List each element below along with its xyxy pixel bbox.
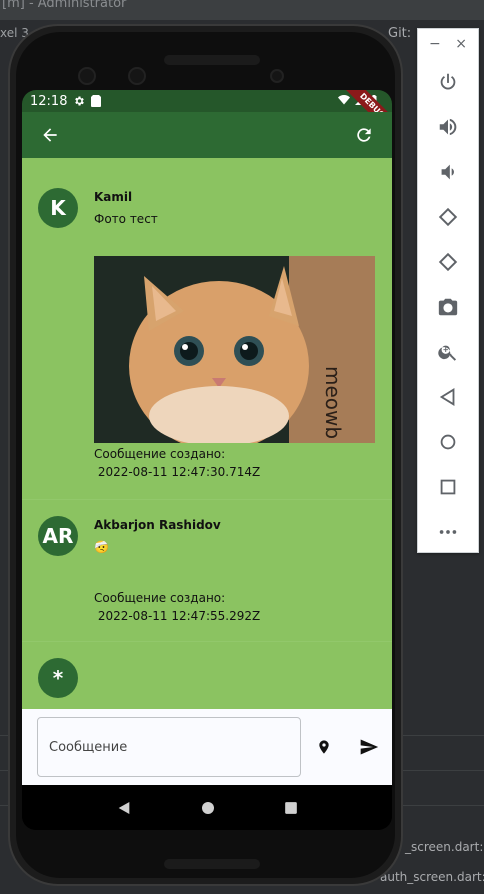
circle-home-icon — [440, 434, 456, 449]
location-pin-icon[interactable] — [316, 737, 332, 757]
zoom-in-icon — [438, 345, 457, 361]
settings-icon — [75, 96, 85, 106]
wifi-icon — [338, 95, 350, 105]
emulator-toolbar: − × — [417, 28, 479, 553]
ide-file-link[interactable]: _screen.dart:8 — [405, 840, 484, 854]
home-button[interactable] — [418, 419, 478, 464]
avatar: AR — [38, 516, 78, 556]
proximity-sensor — [270, 69, 284, 83]
message-author: Kamil — [94, 190, 133, 204]
message-input[interactable]: Сообщение — [37, 717, 301, 777]
message-item: AR Akbarjon Rashidov 🤕 Сообщение создано… — [22, 500, 392, 642]
front-camera — [78, 67, 96, 85]
message-created-time: 2022-08-11 12:47:55.292Z — [94, 609, 261, 623]
status-bar: 12:18 DEBUG — [22, 90, 392, 147]
message-created-label: Сообщение создано: — [94, 447, 226, 461]
ide-title: [m] - Administrator — [2, 0, 127, 11]
message-author: Akbarjon Rashidov — [94, 518, 221, 532]
minimize-button[interactable]: − — [429, 36, 441, 52]
close-button[interactable]: × — [455, 36, 467, 52]
ide-title-bar: [m] - Administrator — [0, 0, 484, 20]
earpiece — [164, 55, 260, 65]
message-created-label: Сообщение создано: — [94, 591, 226, 605]
front-camera — [128, 67, 146, 85]
sd-card-icon — [91, 95, 102, 107]
arrow-left-icon[interactable] — [40, 125, 60, 145]
power-button[interactable] — [418, 59, 478, 104]
rotate-right-icon — [438, 252, 458, 271]
android-nav-bar — [22, 785, 392, 830]
cat-photo: meowb — [94, 256, 375, 443]
refresh-icon[interactable] — [354, 125, 374, 145]
svg-text:meowb: meowb — [321, 366, 345, 439]
volume-down-icon — [441, 164, 454, 179]
volume-up-icon — [439, 118, 457, 135]
back-button[interactable] — [418, 374, 478, 419]
status-time: 12:18 — [30, 93, 68, 109]
volume-down-button[interactable] — [418, 149, 478, 194]
message-item: K Kamil Фото тест meowb Сообщение создан… — [22, 158, 392, 500]
ide-file-link[interactable]: auth_screen.dart:4 — [380, 870, 484, 884]
message-item: * — [22, 642, 392, 709]
triangle-back-icon — [439, 387, 455, 406]
app-bar — [22, 112, 392, 158]
zoom-button[interactable] — [418, 329, 478, 374]
overview-button[interactable] — [418, 464, 478, 509]
avatar: K — [38, 188, 78, 228]
bottom-speaker — [164, 859, 260, 869]
more-button[interactable] — [418, 509, 478, 554]
rotate-left-icon — [438, 207, 458, 226]
power-icon — [440, 73, 456, 89]
message-text: Фото тест — [94, 212, 158, 226]
message-input-bar: Сообщение — [22, 709, 392, 785]
message-photo[interactable]: meowb — [94, 256, 375, 443]
message-created-time: 2022-08-11 12:47:30.714Z — [94, 465, 261, 479]
ide-git-label: Git: — [388, 26, 412, 41]
square-overview-icon — [440, 479, 456, 494]
nav-back-icon[interactable] — [116, 800, 132, 816]
nav-home-icon[interactable] — [200, 800, 216, 816]
rotate-left-button[interactable] — [418, 194, 478, 239]
volume-up-button[interactable] — [418, 104, 478, 149]
camera-icon — [438, 298, 458, 315]
chat-list[interactable]: K Kamil Фото тест meowb Сообщение создан… — [22, 158, 392, 709]
rotate-right-button[interactable] — [418, 239, 478, 284]
avatar: * — [38, 658, 78, 698]
send-icon[interactable] — [358, 737, 380, 757]
screenshot-button[interactable] — [418, 284, 478, 329]
message-text: 🤕 — [94, 540, 109, 554]
phone-screen: 12:18 DEBUG K Kamil Фото тест meowb Сооб… — [22, 90, 392, 830]
nav-overview-icon[interactable] — [284, 801, 298, 815]
more-horizontal-icon — [439, 529, 457, 534]
